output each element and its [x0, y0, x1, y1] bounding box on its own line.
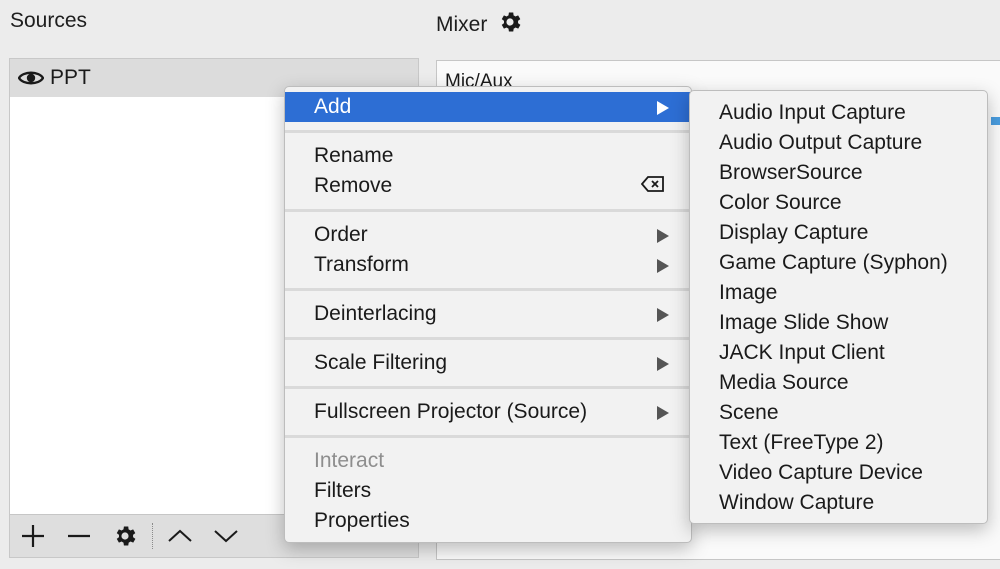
source-item-label: PPT	[50, 66, 91, 89]
menu-item-label: Rename	[314, 144, 394, 167]
delete-key-icon	[640, 175, 665, 199]
remove-icon[interactable]	[56, 515, 102, 557]
submenu-arrow-icon	[657, 406, 669, 420]
mixer-title: Mixer	[436, 13, 488, 36]
menu-separator	[285, 435, 691, 438]
submenu-item-browser-source[interactable]: BrowserSource	[690, 158, 987, 188]
submenu-item-game-capture[interactable]: Game Capture (Syphon)	[690, 248, 987, 278]
menu-item-fullscreen-projector[interactable]: Fullscreen Projector (Source)	[285, 397, 691, 427]
menu-item-label: Add	[314, 95, 352, 118]
submenu-item-audio-input-capture[interactable]: Audio Input Capture	[690, 98, 987, 128]
source-context-menu: Add Rename Remove Order Transform Deinte…	[284, 86, 692, 543]
menu-item-label: Fullscreen Projector (Source)	[314, 400, 588, 423]
submenu-item-scene[interactable]: Scene	[690, 398, 987, 428]
menu-separator	[285, 337, 691, 340]
submenu-item-media-source[interactable]: Media Source	[690, 368, 987, 398]
submenu-item-window-capture[interactable]: Window Capture	[690, 488, 987, 518]
menu-item-add[interactable]: Add	[285, 92, 691, 122]
menu-item-deinterlacing[interactable]: Deinterlacing	[285, 299, 691, 329]
menu-separator	[285, 130, 691, 133]
menu-item-properties[interactable]: Properties	[285, 506, 691, 536]
gear-icon[interactable]	[497, 9, 523, 41]
submenu-item-image[interactable]: Image	[690, 278, 987, 308]
menu-item-label: Order	[314, 223, 368, 246]
menu-item-label: Filters	[314, 479, 372, 502]
volume-meter	[991, 117, 1000, 125]
menu-item-filters[interactable]: Filters	[285, 476, 691, 506]
toolbar-separator	[152, 523, 153, 549]
submenu-arrow-icon	[657, 101, 669, 115]
menu-item-remove[interactable]: Remove	[285, 171, 691, 201]
menu-item-label: Transform	[314, 253, 409, 276]
menu-item-scale-filtering[interactable]: Scale Filtering	[285, 348, 691, 378]
mixer-header: Mixer	[436, 9, 523, 41]
submenu-item-audio-output-capture[interactable]: Audio Output Capture	[690, 128, 987, 158]
add-icon[interactable]	[10, 515, 56, 557]
move-down-icon[interactable]	[203, 515, 249, 557]
submenu-item-video-capture-device[interactable]: Video Capture Device	[690, 458, 987, 488]
submenu-arrow-icon	[657, 308, 669, 322]
submenu-arrow-icon	[657, 229, 669, 243]
submenu-item-jack-input-client[interactable]: JACK Input Client	[690, 338, 987, 368]
sources-title: Sources	[10, 9, 88, 32]
submenu-arrow-icon	[657, 357, 669, 371]
menu-separator	[285, 386, 691, 389]
menu-separator	[285, 288, 691, 291]
menu-item-label: Properties	[314, 509, 410, 532]
submenu-item-display-capture[interactable]: Display Capture	[690, 218, 987, 248]
submenu-item-text-freetype[interactable]: Text (FreeType 2)	[690, 428, 987, 458]
menu-item-interact: Interact	[285, 446, 691, 476]
submenu-item-color-source[interactable]: Color Source	[690, 188, 987, 218]
gear-icon[interactable]	[102, 515, 148, 557]
menu-item-transform[interactable]: Transform	[285, 250, 691, 280]
submenu-arrow-icon	[657, 259, 669, 273]
eye-icon[interactable]	[18, 65, 44, 91]
submenu-item-image-slide-show[interactable]: Image Slide Show	[690, 308, 987, 338]
menu-item-label: Scale Filtering	[314, 351, 448, 374]
menu-item-rename[interactable]: Rename	[285, 141, 691, 171]
menu-separator	[285, 209, 691, 212]
menu-item-order[interactable]: Order	[285, 220, 691, 250]
add-source-submenu: Audio Input Capture Audio Output Capture…	[689, 90, 988, 524]
menu-item-label: Remove	[314, 174, 393, 197]
menu-item-label: Deinterlacing	[314, 302, 437, 325]
menu-item-label: Interact	[314, 449, 385, 472]
move-up-icon[interactable]	[157, 515, 203, 557]
